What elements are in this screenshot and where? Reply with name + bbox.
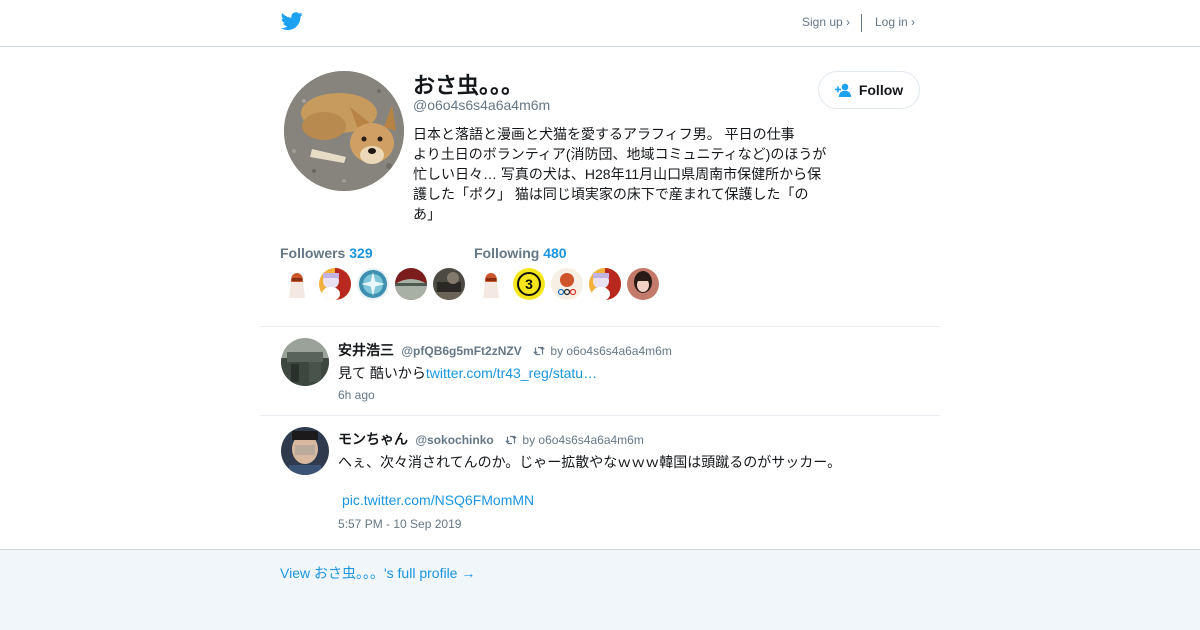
- profile-avatar[interactable]: [284, 71, 404, 191]
- follower-avatar[interactable]: [395, 268, 427, 300]
- timeline-divider: [260, 415, 940, 416]
- follow-button[interactable]: Follow: [818, 71, 920, 109]
- add-person-icon: [834, 83, 852, 97]
- login-link[interactable]: Log in ›: [875, 15, 915, 29]
- twitter-bird-icon[interactable]: [280, 10, 304, 32]
- followers-stat[interactable]: Followers 329: [280, 245, 373, 261]
- footer: View おさ虫。。。's full profile →: [0, 549, 1200, 630]
- followers-label: Followers: [280, 245, 346, 261]
- follower-avatar[interactable]: [281, 268, 313, 300]
- follower-avatar[interactable]: [433, 268, 465, 300]
- following-label: Following: [474, 245, 540, 261]
- tweet-text: 見て 酷いからtwitter.com/tr43_reg/statu…: [338, 363, 597, 383]
- retweet-icon: [533, 346, 545, 356]
- following-stat[interactable]: Following 480: [474, 245, 567, 261]
- retweeted-by: by o6o4s6s4a6a4m6m: [550, 344, 672, 358]
- following-avatar[interactable]: [475, 268, 507, 300]
- tweet-link[interactable]: pic.twitter.com/NSQ6FMomMN: [342, 492, 534, 508]
- dog-photo-image: [284, 71, 404, 191]
- tweet-author-username[interactable]: @pfQB6g5mFt2zNZV: [401, 344, 521, 358]
- tweet-timestamp[interactable]: 6h ago: [338, 388, 375, 402]
- tweet-author-name[interactable]: 安井浩三: [338, 342, 394, 358]
- tweet-body: へぇ、次々消されてんのか。じゃー拡散やなｗｗｗ韓国は頭蹴るのがサッカー。: [338, 454, 842, 470]
- signup-link[interactable]: Sign up ›: [802, 15, 850, 29]
- following-avatar[interactable]: [551, 268, 583, 300]
- followers-count: 329: [349, 245, 373, 261]
- tweet-avatar[interactable]: [281, 427, 329, 475]
- tweet-author-name[interactable]: モンちゃん: [338, 431, 408, 447]
- profile-handle: @o6o4s6s4a6a4m6m: [413, 97, 551, 113]
- tweet-header: 安井浩三 @pfQB6g5mFt2zNZV by o6o4s6s4a6a4m6m: [338, 340, 672, 360]
- tweet-body: 見て 酷いから: [338, 365, 426, 381]
- follower-avatar[interactable]: [319, 268, 351, 300]
- tweet-header: モンちゃん @sokochinko by o6o4s6s4a6a4m6m: [338, 429, 644, 449]
- top-bar: Sign up › Log in ›: [0, 0, 1200, 47]
- svg-text:3: 3: [525, 276, 533, 292]
- timeline-divider: [260, 326, 940, 327]
- nav-divider: [861, 14, 862, 32]
- view-full-profile-link[interactable]: View おさ虫。。。's full profile →: [280, 563, 475, 583]
- follow-label: Follow: [858, 82, 904, 98]
- follower-avatar[interactable]: [357, 268, 389, 300]
- retweet-icon: [505, 435, 517, 445]
- following-count: 480: [543, 245, 567, 261]
- retweeted-by: by o6o4s6s4a6a4m6m: [522, 433, 644, 447]
- profile-bio: 日本と落語と漫画と犬猫を愛するアラフィフ男。 平日の仕事 より土日のボランティア…: [413, 126, 827, 222]
- tweet-link[interactable]: twitter.com/tr43_reg/statu…: [426, 365, 597, 381]
- following-avatar[interactable]: [627, 268, 659, 300]
- tweet-author-username[interactable]: @sokochinko: [415, 433, 493, 447]
- tweet-timestamp[interactable]: 5:57 PM - 10 Sep 2019: [338, 517, 461, 531]
- profile-name: おさ虫。。。: [413, 73, 524, 98]
- tweet-avatar[interactable]: [281, 338, 329, 386]
- following-avatar[interactable]: 3: [513, 268, 545, 300]
- following-avatar[interactable]: [589, 268, 621, 300]
